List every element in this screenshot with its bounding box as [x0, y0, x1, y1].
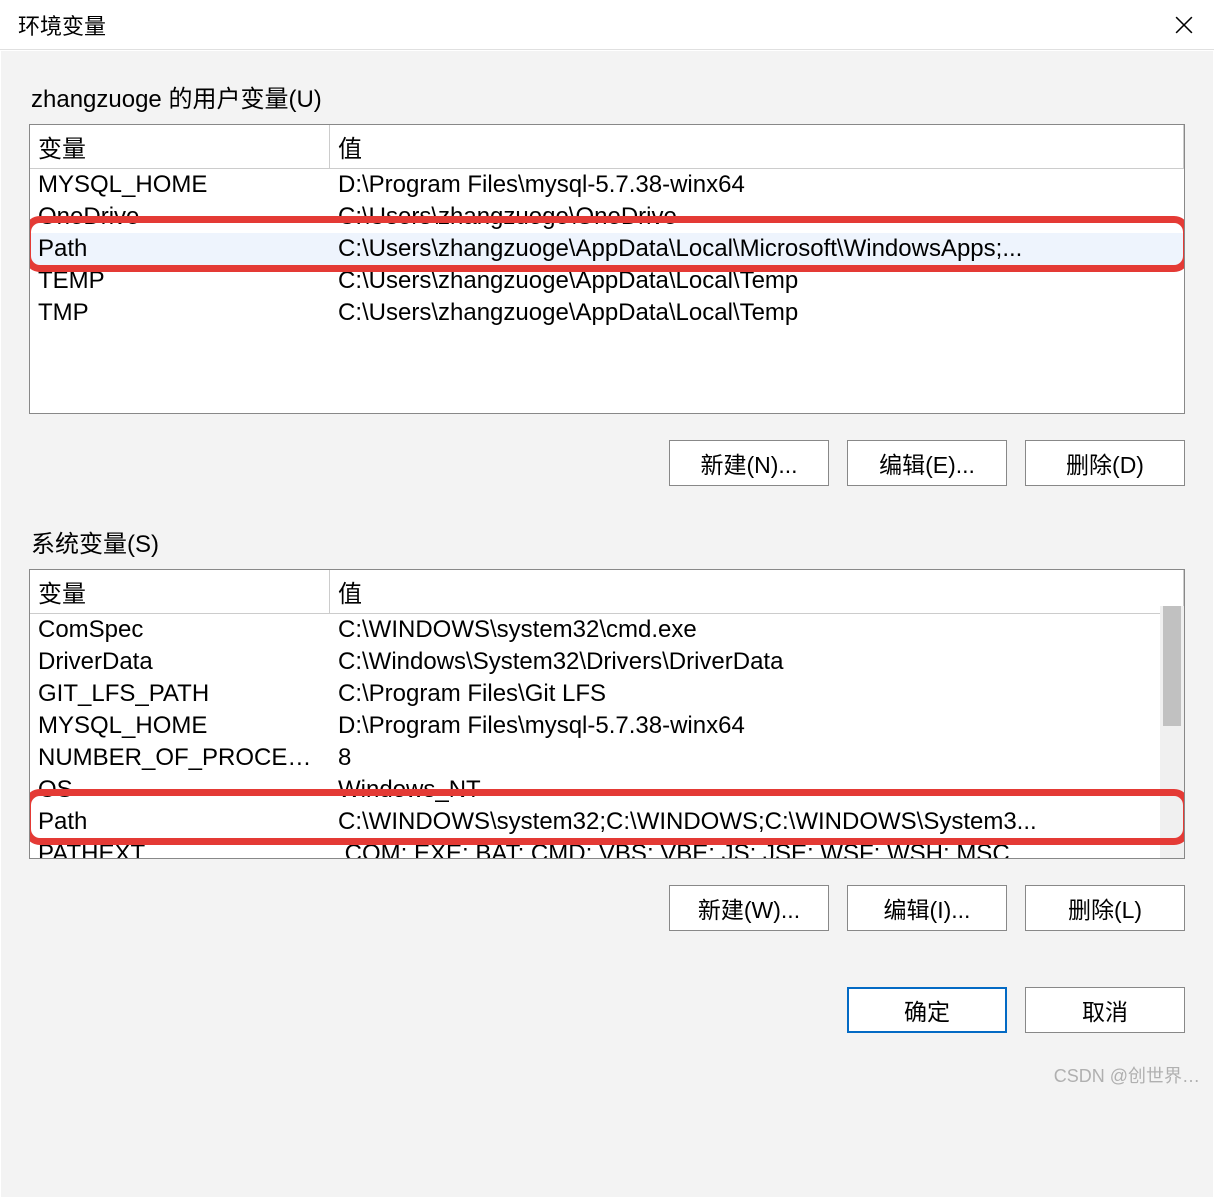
table-row[interactable]: GIT_LFS_PATHC:\Program Files\Git LFS [30, 678, 1184, 710]
system-vars-buttons: 新建(W)... 编辑(I)... 删除(L) [29, 885, 1185, 931]
cell-value: Windows_NT [330, 774, 1184, 806]
cell-variable: ComSpec [30, 614, 330, 646]
scrollbar-thumb[interactable] [1163, 606, 1181, 726]
cell-value: C:\Users\zhangzuoge\AppData\Local\Micros… [330, 233, 1184, 265]
cell-value: C:\Program Files\Git LFS [330, 678, 1184, 710]
table-row[interactable]: MYSQL_HOMED:\Program Files\mysql-5.7.38-… [30, 710, 1184, 742]
system-new-button[interactable]: 新建(W)... [669, 885, 829, 931]
cell-value: .COM;.EXE;.BAT;.CMD;.VBS;.VBE;.JS;.JSE;.… [330, 838, 1184, 859]
system-vars-label: 系统变量(S) [31, 524, 1185, 559]
user-vars-header: 变量 值 [30, 125, 1184, 169]
cell-value: C:\Windows\System32\Drivers\DriverData [330, 646, 1184, 678]
system-vars-listbox[interactable]: 变量 值 ComSpecC:\WINDOWS\system32\cmd.exeD… [29, 569, 1185, 859]
cell-variable: OS [30, 774, 330, 806]
cell-variable: MYSQL_HOME [30, 710, 330, 742]
header-value[interactable]: 值 [330, 125, 1184, 168]
user-vars-body: MYSQL_HOMED:\Program Files\mysql-5.7.38-… [30, 169, 1184, 329]
cell-variable: OneDrive [30, 201, 330, 233]
cell-value: C:\Users\zhangzuoge\OneDrive [330, 201, 1184, 233]
system-scrollbar[interactable] [1160, 606, 1184, 858]
ok-button[interactable]: 确定 [847, 987, 1007, 1033]
cell-value: D:\Program Files\mysql-5.7.38-winx64 [330, 710, 1184, 742]
cell-variable: Path [30, 233, 330, 265]
cell-variable: GIT_LFS_PATH [30, 678, 330, 710]
table-row[interactable]: PathC:\Users\zhangzuoge\AppData\Local\Mi… [30, 233, 1184, 265]
user-new-button[interactable]: 新建(N)... [669, 440, 829, 486]
table-row[interactable]: MYSQL_HOMED:\Program Files\mysql-5.7.38-… [30, 169, 1184, 201]
user-vars-label: zhangzuoge 的用户变量(U) [31, 79, 1185, 114]
user-edit-button[interactable]: 编辑(E)... [847, 440, 1007, 486]
cell-value: D:\Program Files\mysql-5.7.38-winx64 [330, 169, 1184, 201]
system-vars-body: ComSpecC:\WINDOWS\system32\cmd.exeDriver… [30, 614, 1184, 859]
cell-value: 8 [330, 742, 1184, 774]
env-vars-window: 环境变量 zhangzuoge 的用户变量(U) 变量 值 MYSQL_HOME… [0, 0, 1214, 1198]
table-row[interactable]: DriverDataC:\Windows\System32\Drivers\Dr… [30, 646, 1184, 678]
cell-value: C:\Users\zhangzuoge\AppData\Local\Temp [330, 265, 1184, 297]
dialog-footer: 确定 取消 [29, 951, 1185, 1033]
table-row[interactable]: PATHEXT.COM;.EXE;.BAT;.CMD;.VBS;.VBE;.JS… [30, 838, 1184, 859]
user-vars-listbox[interactable]: 变量 值 MYSQL_HOMED:\Program Files\mysql-5.… [29, 124, 1185, 414]
header-variable[interactable]: 变量 [30, 125, 330, 168]
cell-variable: PATHEXT [30, 838, 330, 859]
cell-variable: NUMBER_OF_PROCESSORS [30, 742, 330, 774]
cell-value: C:\WINDOWS\system32;C:\WINDOWS;C:\WINDOW… [330, 806, 1184, 838]
table-row[interactable]: ComSpecC:\WINDOWS\system32\cmd.exe [30, 614, 1184, 646]
table-row[interactable]: PathC:\WINDOWS\system32;C:\WINDOWS;C:\WI… [30, 806, 1184, 838]
window-title: 环境变量 [18, 9, 106, 41]
cell-variable: Path [30, 806, 330, 838]
user-delete-button[interactable]: 删除(D) [1025, 440, 1185, 486]
header-variable[interactable]: 变量 [30, 570, 330, 613]
user-vars-buttons: 新建(N)... 编辑(E)... 删除(D) [29, 440, 1185, 486]
system-vars-header: 变量 值 [30, 570, 1184, 614]
close-icon [1175, 16, 1193, 34]
header-value[interactable]: 值 [330, 570, 1184, 613]
dialog-content: zhangzuoge 的用户变量(U) 变量 值 MYSQL_HOMED:\Pr… [0, 50, 1214, 1198]
cell-variable: TEMP [30, 265, 330, 297]
cell-variable: DriverData [30, 646, 330, 678]
system-delete-button[interactable]: 删除(L) [1025, 885, 1185, 931]
cell-variable: MYSQL_HOME [30, 169, 330, 201]
table-row[interactable]: OSWindows_NT [30, 774, 1184, 806]
table-row[interactable]: NUMBER_OF_PROCESSORS8 [30, 742, 1184, 774]
cancel-button[interactable]: 取消 [1025, 987, 1185, 1033]
system-edit-button[interactable]: 编辑(I)... [847, 885, 1007, 931]
cell-value: C:\WINDOWS\system32\cmd.exe [330, 614, 1184, 646]
table-row[interactable]: TMPC:\Users\zhangzuoge\AppData\Local\Tem… [30, 297, 1184, 329]
cell-variable: TMP [30, 297, 330, 329]
close-button[interactable] [1154, 0, 1214, 50]
titlebar: 环境变量 [0, 0, 1214, 50]
cell-value: C:\Users\zhangzuoge\AppData\Local\Temp [330, 297, 1184, 329]
table-row[interactable]: TEMPC:\Users\zhangzuoge\AppData\Local\Te… [30, 265, 1184, 297]
table-row[interactable]: OneDriveC:\Users\zhangzuoge\OneDrive [30, 201, 1184, 233]
